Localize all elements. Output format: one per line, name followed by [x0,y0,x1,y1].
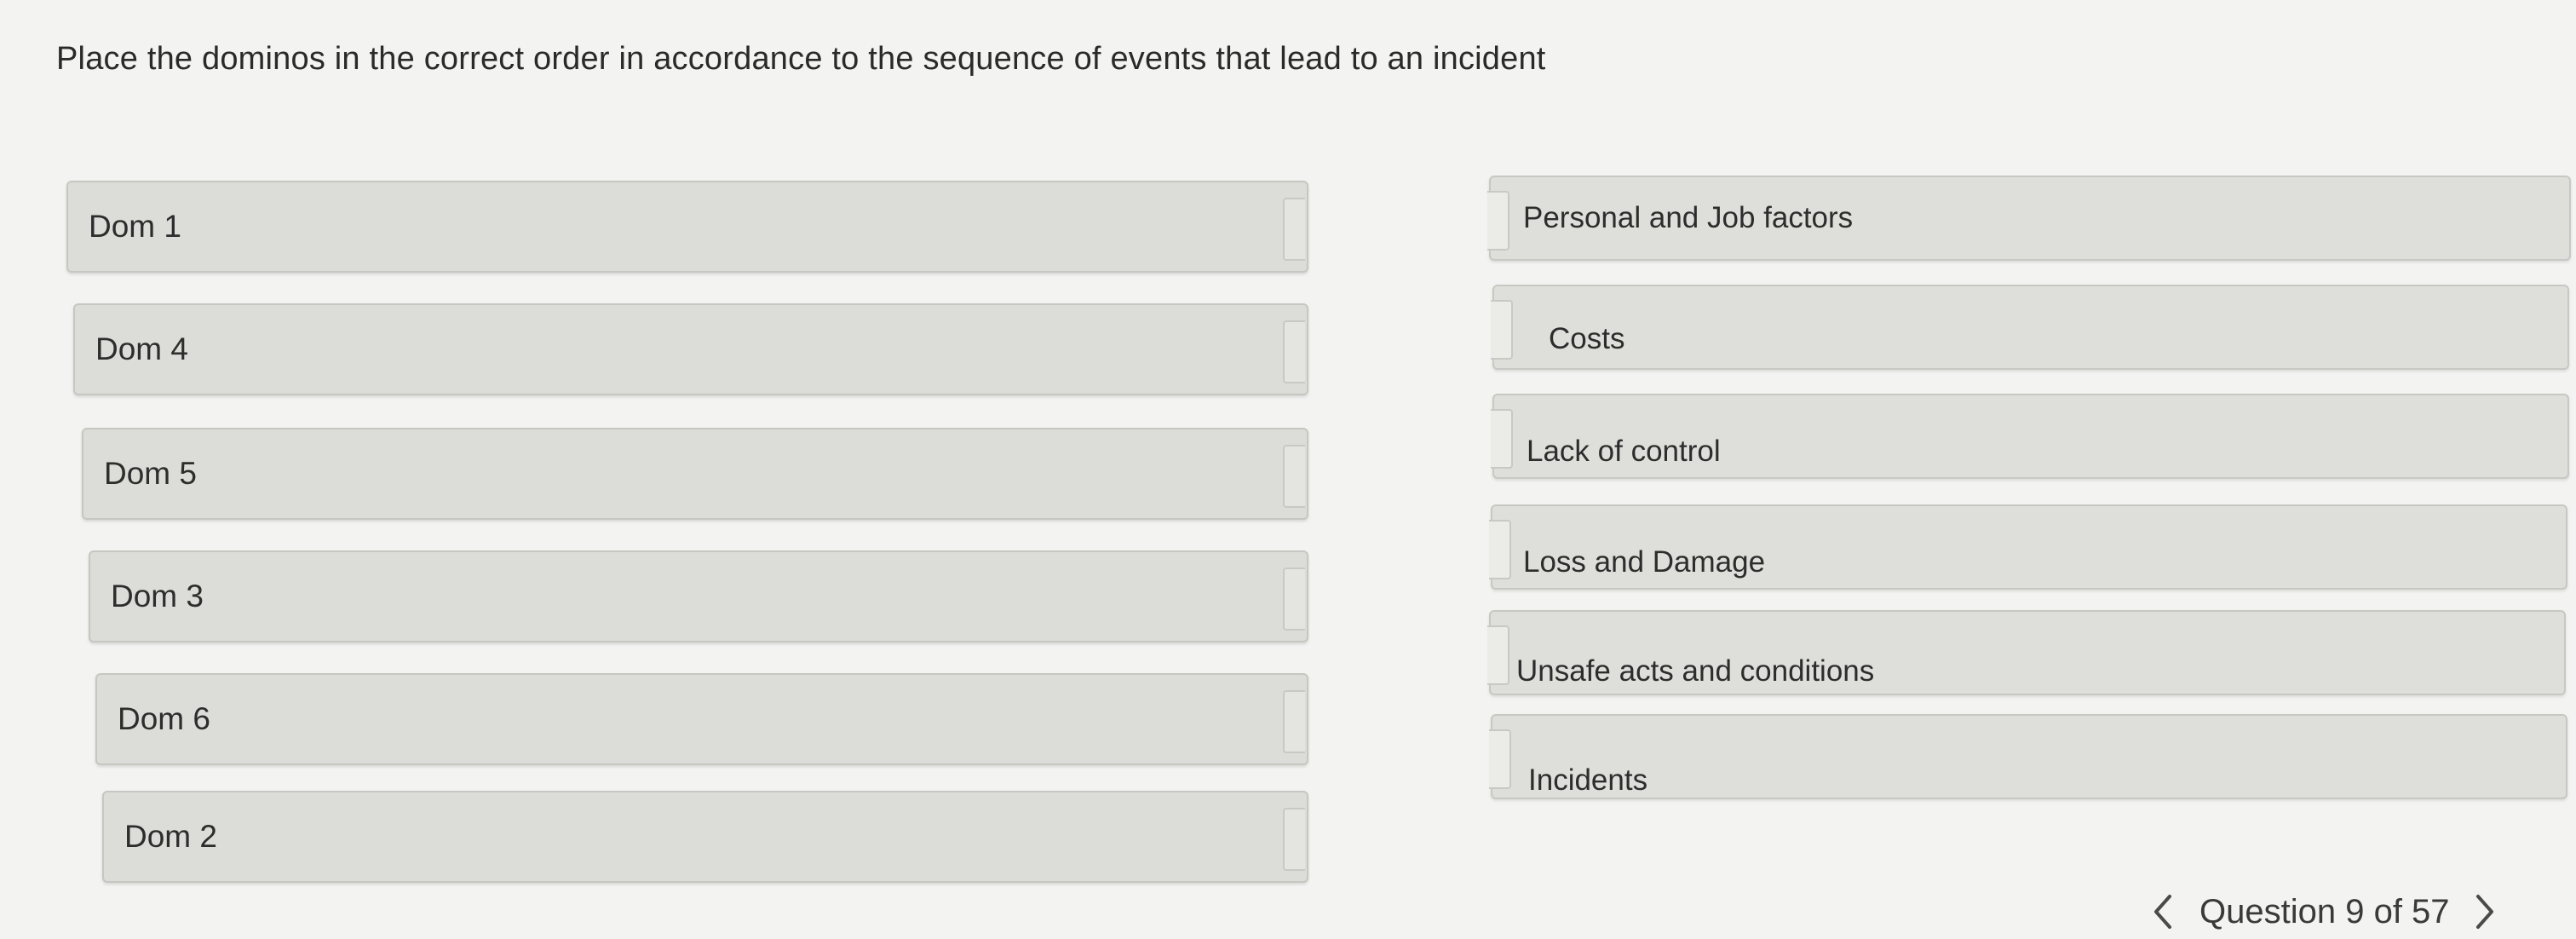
drag-handle-icon[interactable] [1283,445,1305,508]
target-label: Costs [1549,322,1625,355]
chevron-left-icon[interactable] [2143,886,2182,937]
domino-item[interactable]: Dom 6 [95,673,1308,765]
domino-item[interactable]: Dom 4 [73,303,1308,395]
drag-handle-icon[interactable] [1283,320,1305,383]
domino-label: Dom 6 [118,701,210,736]
slot-notch-icon [1489,520,1511,579]
target-label: Incidents [1528,763,1648,797]
drag-handle-icon[interactable] [1283,198,1305,261]
target-slot[interactable]: Incidents [1489,714,2567,799]
question-navigation: Question 9 of 57 [2143,886,2504,937]
domino-label: Dom 1 [89,209,181,244]
target-label: Unsafe acts and conditions [1516,654,1875,688]
target-slot[interactable]: Costs [1491,285,2569,370]
target-label: Personal and Job factors [1523,201,1854,234]
slot-notch-icon [1487,625,1509,685]
domino-label: Dom 5 [104,456,197,491]
chevron-right-icon[interactable] [2465,886,2504,937]
question-prompt: Place the dominos in the correct order i… [56,41,1546,77]
slot-notch-icon [1491,409,1513,469]
domino-label: Dom 2 [124,819,217,854]
domino-item[interactable]: Dom 3 [89,550,1308,642]
domino-label: Dom 3 [111,579,204,614]
target-slot[interactable]: Loss and Damage [1489,504,2567,590]
target-slot[interactable]: Personal and Job factors [1487,176,2571,261]
target-slot[interactable]: Unsafe acts and conditions [1487,610,2566,695]
quiz-page: Place the dominos in the correct order i… [0,0,2576,939]
domino-item[interactable]: Dom 2 [102,791,1308,883]
drag-handle-icon[interactable] [1283,690,1305,753]
drag-handle-icon[interactable] [1283,567,1305,631]
drag-handle-icon[interactable] [1283,808,1305,871]
slot-notch-icon [1489,729,1511,789]
domino-item[interactable]: Dom 5 [82,428,1308,520]
target-slot[interactable]: Lack of control [1491,394,2569,479]
target-label: Loss and Damage [1523,545,1766,579]
slot-notch-icon [1487,191,1509,251]
domino-item[interactable]: Dom 1 [66,181,1308,273]
question-counter: Question 9 of 57 [2199,892,2450,930]
target-label: Lack of control [1527,435,1721,468]
domino-label: Dom 4 [95,331,188,366]
slot-notch-icon [1491,300,1513,360]
